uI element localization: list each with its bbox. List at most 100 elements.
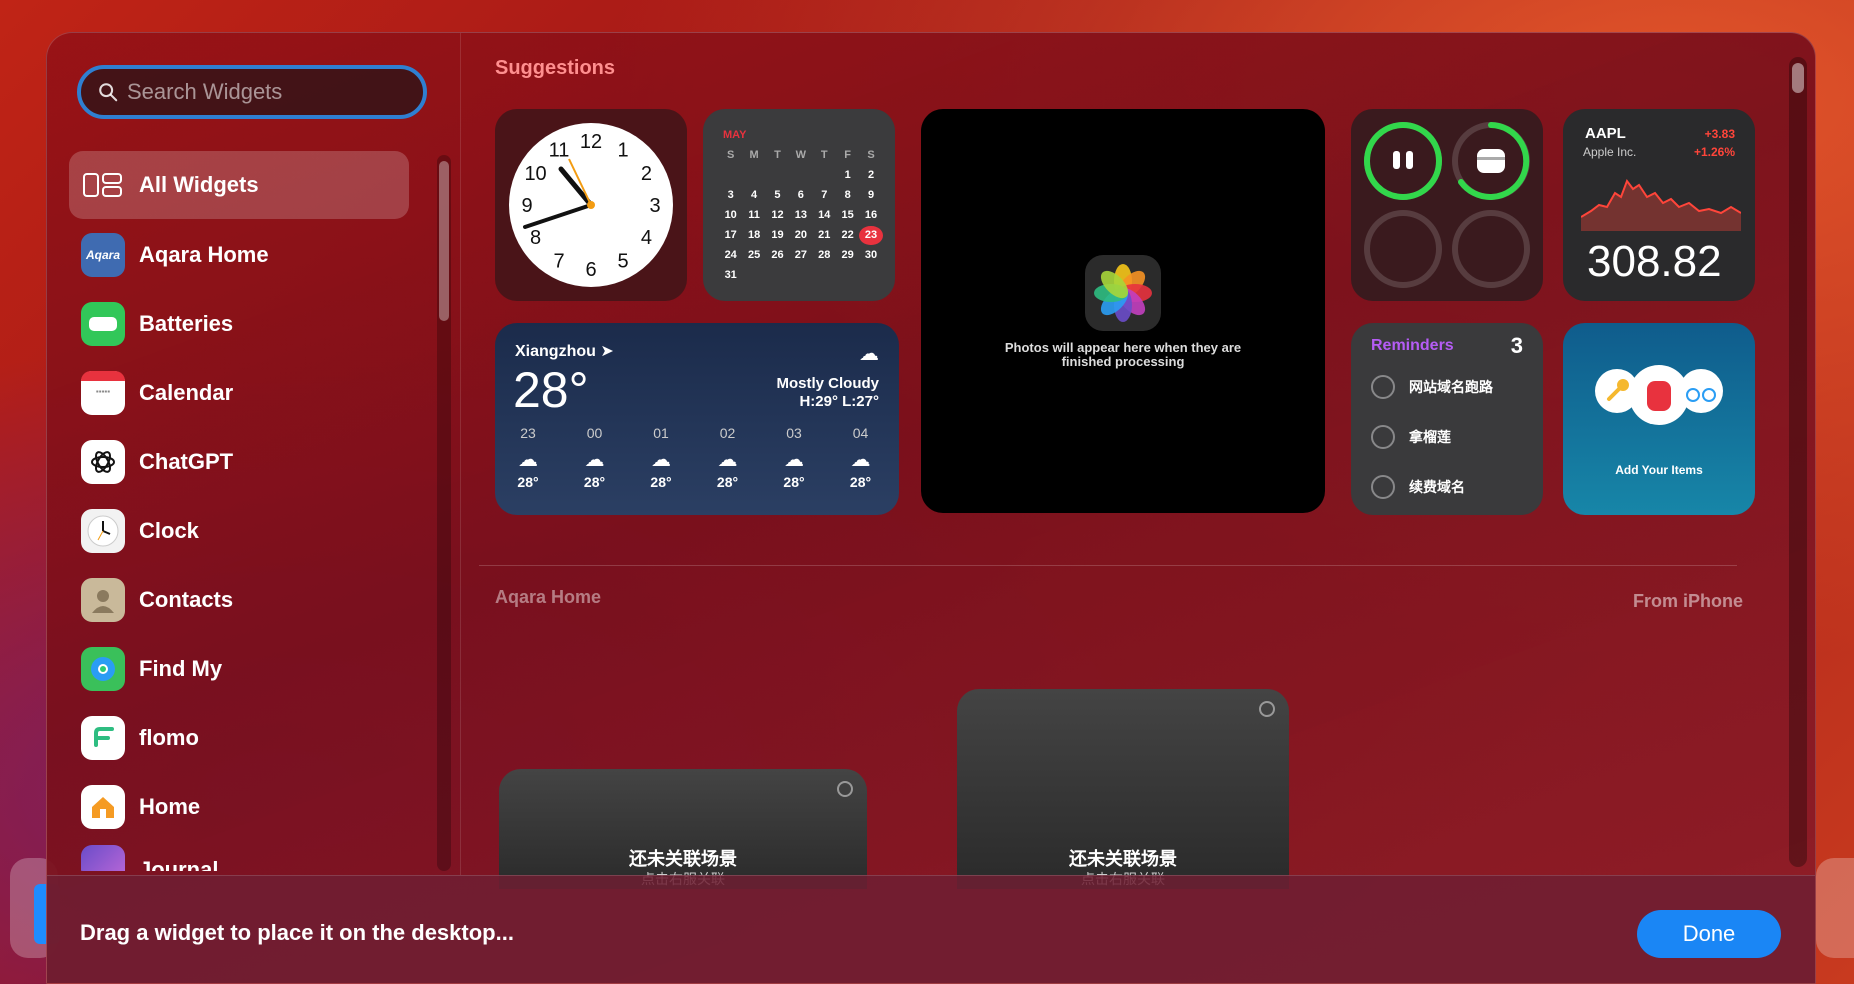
calendar-day: 29 bbox=[841, 249, 854, 261]
cloud-icon: ☁ bbox=[717, 449, 738, 471]
weather-hilo: H:29° L:27° bbox=[799, 393, 879, 410]
search-field[interactable] bbox=[77, 65, 427, 119]
location-arrow-icon: ➤ bbox=[600, 343, 614, 360]
stock-price: 308.82 bbox=[1587, 237, 1722, 286]
calendar-day: 18 bbox=[747, 229, 761, 241]
calendar-day: 22 bbox=[841, 229, 854, 241]
calendar-widget[interactable]: MAY S M T W T F S 1 2 3 4 5 6 7 8 9 10 11 12 13 14 15 16 17 18 19… bbox=[703, 109, 895, 301]
content-scrollbar-thumb[interactable] bbox=[1792, 63, 1804, 93]
sidebar-item-label: Contacts bbox=[139, 586, 234, 612]
sidebar-item-label: ChatGPT bbox=[139, 448, 234, 474]
reminder-checkbox[interactable] bbox=[1371, 425, 1395, 449]
find-my-items-widget[interactable]: Add Your Items bbox=[1563, 323, 1755, 515]
reminder-text: 拿榴莲 bbox=[1409, 429, 1451, 445]
calendar-day: 9 bbox=[867, 189, 875, 201]
from-iphone-label: From iPhone bbox=[1633, 591, 1744, 611]
clock-number: 11 bbox=[549, 140, 570, 162]
calendar-day: 28 bbox=[818, 249, 831, 261]
search-input[interactable] bbox=[127, 79, 387, 105]
find-my-icon bbox=[81, 646, 125, 691]
calendar-day: 19 bbox=[771, 229, 784, 241]
content-scrollbar[interactable] bbox=[1789, 57, 1807, 867]
sidebar-item-contacts[interactable]: Contacts bbox=[69, 565, 409, 634]
sidebar-item-find-my[interactable]: Find My bbox=[69, 634, 409, 703]
sidebar-item-calendar[interactable]: ▪▪▪▪▪ Calendar bbox=[69, 358, 409, 427]
reminder-item[interactable]: 续费域名 bbox=[1371, 475, 1465, 499]
calendar-weekday: T bbox=[774, 149, 781, 161]
batteries-widget[interactable] bbox=[1351, 109, 1543, 301]
calendar-weekday: S bbox=[867, 149, 875, 161]
calendar-day: 3 bbox=[727, 189, 734, 201]
calendar-weekday: W bbox=[795, 149, 807, 161]
aqara-icon: Aqara bbox=[81, 232, 125, 277]
calendar-day: 21 bbox=[818, 229, 831, 241]
reminder-text: 网站域名跑路 bbox=[1409, 379, 1493, 395]
sidebar-item-chatgpt[interactable]: ChatGPT bbox=[69, 427, 409, 496]
calendar-day: 6 bbox=[797, 189, 804, 201]
reminder-item[interactable]: 拿榴莲 bbox=[1371, 425, 1451, 449]
sidebar-item-label: Find My bbox=[139, 655, 223, 681]
clock-number: 1 bbox=[617, 140, 628, 162]
calendar-day: 27 bbox=[794, 249, 807, 261]
clock-widget[interactable]: 12 1 2 3 4 5 6 7 8 9 10 11 bbox=[495, 109, 687, 301]
clock-number: 9 bbox=[521, 195, 532, 217]
sidebar-item-journal[interactable]: Journal bbox=[69, 841, 409, 871]
clock-number: 4 bbox=[641, 227, 652, 249]
done-button[interactable]: Done bbox=[1637, 910, 1781, 958]
calendar-day: 30 bbox=[864, 249, 878, 261]
stocks-widget[interactable]: AAPL Apple Inc. +3.83 +1.26% 308.82 bbox=[1563, 109, 1755, 301]
sidebar-item-all-widgets[interactable]: All Widgets bbox=[69, 151, 409, 219]
calendar-weekday: M bbox=[749, 149, 759, 161]
calendar-day: 15 bbox=[841, 209, 854, 221]
reminder-item[interactable]: 网站域名跑路 bbox=[1371, 375, 1493, 399]
sidebar-scrollbar[interactable] bbox=[437, 155, 451, 871]
hour-temp: 28° bbox=[650, 474, 672, 490]
reminders-widget[interactable]: Reminders 3 网站域名跑路 拿榴莲 续费域名 bbox=[1351, 323, 1543, 515]
chatgpt-icon bbox=[81, 439, 125, 484]
calendar-day: 10 bbox=[724, 209, 737, 221]
sidebar-item-clock[interactable]: Clock bbox=[69, 496, 409, 565]
hour-label: 00 bbox=[586, 425, 603, 441]
find-my-items-illustration bbox=[1595, 365, 1723, 425]
aqara-scene-widget[interactable]: 还未关联场景 点击右服关联 bbox=[957, 689, 1289, 889]
settings-icon[interactable] bbox=[837, 781, 853, 797]
calendar-day: 1 bbox=[844, 169, 851, 181]
sidebar-item-flomo[interactable]: flomo bbox=[69, 703, 409, 772]
sidebar-item-label: Calendar bbox=[139, 379, 234, 405]
stock-sparkline bbox=[1581, 178, 1741, 231]
calendar-day: 5 bbox=[774, 189, 781, 201]
sidebar-scrollbar-thumb[interactable] bbox=[439, 161, 449, 321]
search-icon bbox=[99, 83, 118, 102]
calendar-day: 25 bbox=[747, 249, 761, 261]
footer-message: Drag a widget to place it on the desktop… bbox=[80, 920, 514, 945]
sidebar-item-label: All Widgets bbox=[139, 172, 259, 197]
clock-number: 10 bbox=[524, 163, 546, 185]
reminder-checkbox[interactable] bbox=[1371, 475, 1395, 499]
widget-content-area: Suggestions 12 1 2 3 4 5 6 7 8 9 10 11 MAY SMTWTFS1… bbox=[461, 33, 1815, 889]
calendar-weekday: F bbox=[844, 149, 852, 161]
calendar-week-row: 12 bbox=[719, 165, 883, 185]
weather-hour: 04 ☁ 28° bbox=[836, 425, 886, 490]
cloud-icon: ☁ bbox=[850, 449, 871, 471]
sidebar-item-aqara-home[interactable]: Aqara Aqara Home bbox=[69, 220, 409, 289]
calendar-day: 20 bbox=[794, 229, 807, 241]
calendar-day: 17 bbox=[724, 229, 737, 241]
settings-icon[interactable] bbox=[1259, 701, 1275, 717]
aqara-scene-widget[interactable]: 还未关联场景 点击右服关联 bbox=[499, 769, 867, 889]
sidebar-item-home[interactable]: Home bbox=[69, 772, 409, 841]
weather-temp: 28° bbox=[513, 362, 589, 418]
photos-widget[interactable]: Photos will appear here when they are fi… bbox=[921, 109, 1325, 513]
stock-symbol: AAPL bbox=[1585, 125, 1626, 142]
sidebar-item-batteries[interactable]: Batteries bbox=[69, 289, 409, 358]
sidebar-item-label: Aqara Home bbox=[139, 241, 269, 267]
weather-hour: 03 ☁ 28° bbox=[769, 425, 819, 490]
calendar-day: 11 bbox=[748, 209, 760, 221]
calendar-day: 23 bbox=[859, 225, 883, 245]
calendar-month: MAY bbox=[723, 129, 747, 141]
calendar-weekday: T bbox=[820, 149, 828, 161]
find-my-items-label: Add Your Items bbox=[1615, 463, 1703, 477]
weather-widget[interactable]: Xiangzhou ➤ 28° ☁ Mostly Cloudy H:29° L:… bbox=[495, 323, 899, 515]
sidebar-nav: All Widgets Aqara Aqara Home Batteries ▪… bbox=[69, 151, 409, 871]
reminder-checkbox[interactable] bbox=[1371, 375, 1395, 399]
calendar-weekday: S bbox=[727, 149, 735, 161]
